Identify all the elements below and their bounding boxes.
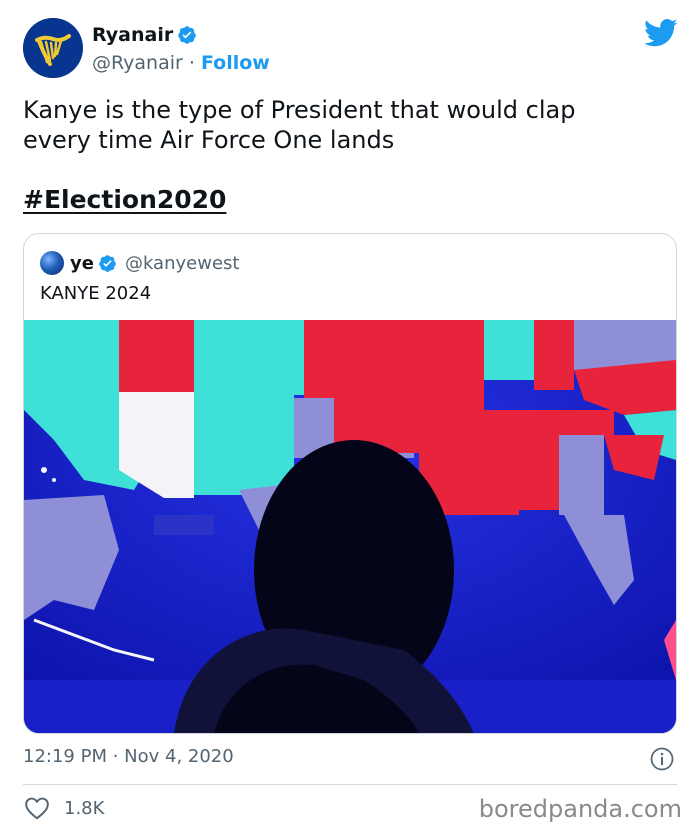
quoted-handle: @kanyewest — [124, 252, 240, 274]
tweet-text-line-1: Kanye is the type of President that woul… — [23, 96, 576, 124]
verified-badge-icon — [178, 26, 196, 44]
handle-separator: · — [182, 52, 201, 74]
hashtag-link[interactable]: #Election2020 — [23, 185, 226, 214]
tweet-text-line-2: every time Air Force One lands — [23, 126, 395, 154]
author-block: Ryanair @Ryanair · Follow — [92, 22, 270, 74]
footer-divider — [23, 784, 677, 785]
author-handle-row: @Ryanair · Follow — [92, 52, 270, 74]
quoted-display-name: ye — [70, 252, 94, 274]
kanye-avatar — [40, 251, 64, 275]
ryanair-avatar[interactable] — [23, 18, 83, 78]
follow-button[interactable]: Follow — [201, 52, 270, 74]
tweet-timestamp[interactable]: 12:19 PM · Nov 4, 2020 — [23, 746, 234, 767]
like-count: 1.8K — [64, 797, 105, 819]
twitter-bird-icon[interactable] — [644, 18, 678, 48]
verified-badge-icon — [99, 254, 116, 272]
author-display-name[interactable]: Ryanair — [92, 24, 173, 46]
ryanair-harp-logo — [23, 18, 83, 78]
author-handle[interactable]: @Ryanair — [92, 52, 183, 74]
like-action[interactable]: 1.8K — [24, 796, 104, 820]
boredpanda-watermark: boredpanda.com — [478, 795, 682, 823]
heart-icon[interactable] — [24, 796, 50, 820]
tweet-text: Kanye is the type of President that woul… — [23, 95, 673, 155]
quoted-tweet[interactable]: ye @kanyewest KANYE 2024 — [23, 233, 677, 734]
quoted-tweet-image[interactable] — [24, 320, 676, 734]
tweet-card: Ryanair @Ryanair · Follow Kanye is the t… — [0, 0, 700, 837]
quoted-tweet-text: KANYE 2024 — [40, 283, 152, 304]
quoted-tweet-header: ye @kanyewest — [40, 250, 239, 276]
info-icon[interactable] — [650, 747, 674, 771]
